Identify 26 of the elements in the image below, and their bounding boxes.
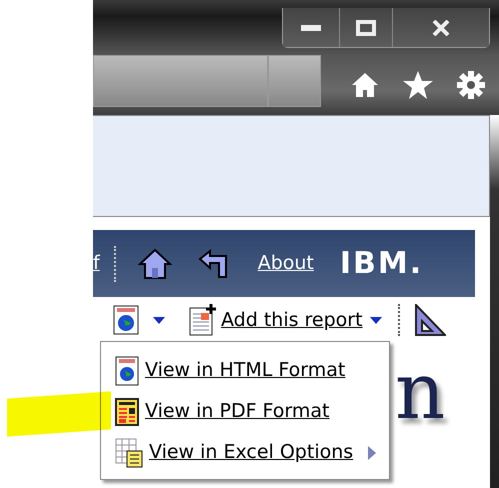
settings-icon[interactable] xyxy=(457,71,485,99)
cut-link[interactable]: f xyxy=(93,249,100,278)
layout-page-icon xyxy=(115,398,139,426)
dropdown-caret-icon[interactable] xyxy=(370,316,382,324)
home-icon[interactable] xyxy=(351,72,379,98)
close-icon xyxy=(432,20,450,36)
add-report-link[interactable]: Add this report xyxy=(221,306,363,334)
dropdown-caret-icon[interactable] xyxy=(153,316,165,324)
report-add-icon[interactable] xyxy=(189,304,217,336)
globe-page-icon xyxy=(115,356,139,386)
about-link[interactable]: About xyxy=(258,249,314,278)
minimize-icon xyxy=(301,24,321,30)
minimize-button[interactable] xyxy=(283,8,340,47)
ibm-logo: IBM. xyxy=(340,245,424,283)
return-arrow-icon[interactable] xyxy=(198,248,230,278)
home-icon[interactable] xyxy=(138,248,172,280)
menu-item[interactable]: View in PDF Format xyxy=(115,391,379,432)
maximize-button[interactable] xyxy=(340,8,393,47)
menu-item[interactable]: View in Excel Options xyxy=(115,432,379,473)
globe-page-icon[interactable] xyxy=(113,305,139,335)
menu-item[interactable]: View in HTML Format xyxy=(115,350,379,391)
close-button[interactable] xyxy=(393,8,489,47)
spreadsheet-icon xyxy=(115,438,143,468)
heading-fragment: n xyxy=(395,353,446,431)
star-icon[interactable] xyxy=(403,71,433,99)
maximize-icon xyxy=(356,20,376,36)
